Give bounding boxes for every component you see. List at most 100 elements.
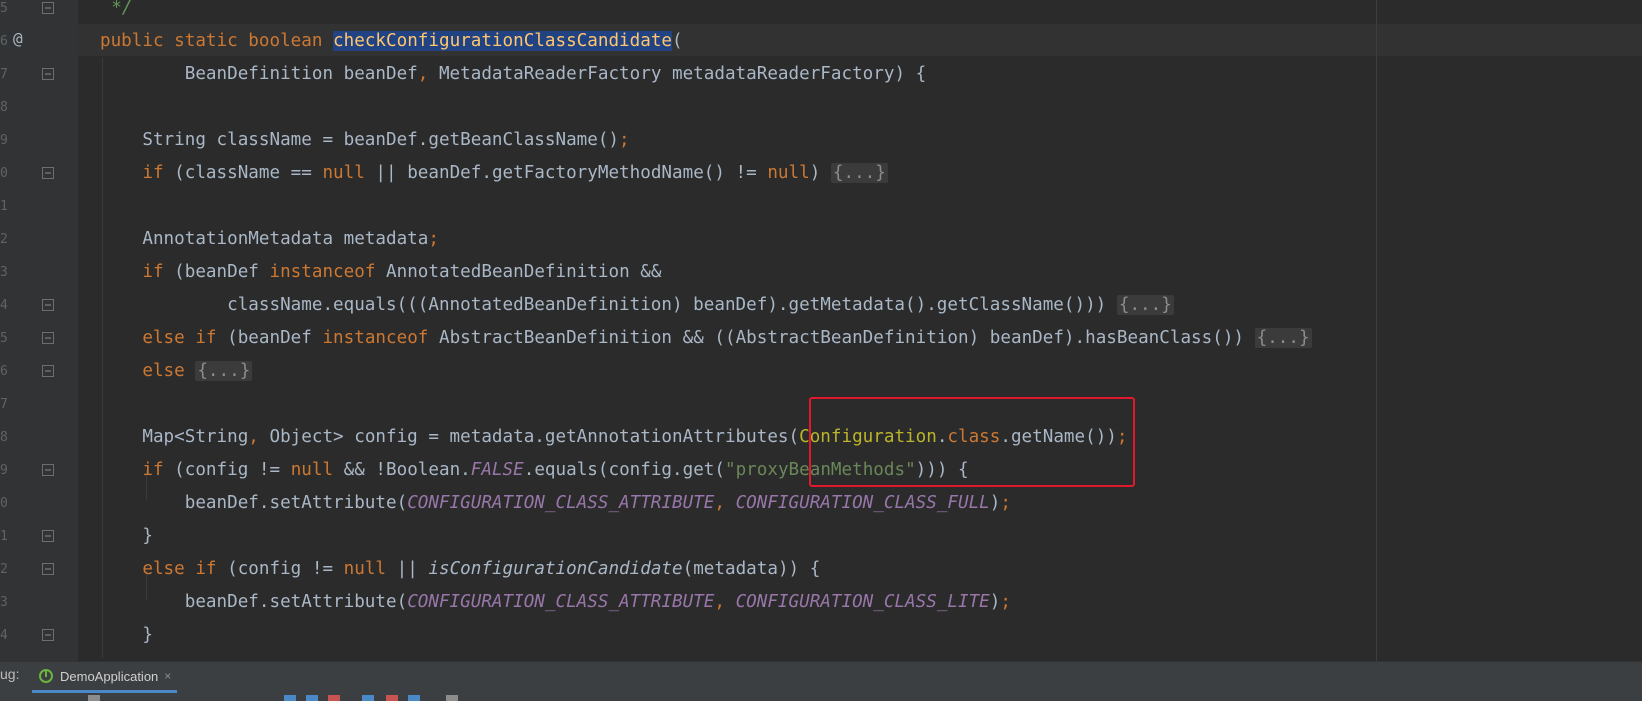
code-token: String className = beanDef.getBeanClassN… [100,130,620,150]
code-line[interactable]: if (className == null || beanDef.getFact… [100,157,888,190]
console-icon[interactable] [88,695,100,701]
fold-toggle-icon[interactable] [42,530,54,542]
code-line[interactable]: String className = beanDef.getBeanClassN… [100,124,630,157]
code-line[interactable]: BeanDefinition beanDef, MetadataReaderFa… [100,58,926,91]
fold-toggle-icon[interactable] [42,365,54,377]
fold-toggle-icon[interactable] [42,332,54,344]
step-out-icon[interactable] [362,695,374,701]
code-token: && !Boolean. [343,460,471,480]
code-token: (config != [174,460,291,480]
code-token: .equals(config.get( [523,460,725,480]
code-token: CONFIGURATION_CLASS_ATTRIBUTE [407,592,715,612]
line-number: 4 [0,298,8,313]
editor-gutter[interactable]: @ 5 6 7 8 9 0 1 2 3 4 5 6 7 8 9 0 1 2 3 4 [0,0,78,661]
code-token: Map<String [100,427,249,447]
code-token: AnnotationMetadata metadata [100,229,429,249]
code-token: ; [1000,493,1011,513]
folded-code-placeholder[interactable]: {...} [1116,295,1174,315]
code-token: MetadataReaderFactory metadataReaderFact… [438,64,927,84]
code-token: null [767,163,810,183]
line-number: 5 [0,1,8,16]
annotation-highlight-box [809,397,1135,487]
code-line[interactable]: AnnotationMetadata metadata; [100,223,439,256]
fold-toggle-icon[interactable] [42,167,54,179]
right-margin-guide [1376,0,1377,661]
code-token: ; [1000,592,1011,612]
code-token: , [248,427,270,447]
drop-frame-icon[interactable] [386,695,398,701]
code-line[interactable]: beanDef.setAttribute(CONFIGURATION_CLASS… [100,487,1011,520]
line-number: 6 [0,34,8,49]
line-number: 9 [0,133,8,148]
code-line[interactable]: else {...} [100,355,253,388]
code-token: } [100,625,153,645]
code-line[interactable]: if (beanDef instanceof AnnotatedBeanDefi… [100,256,661,289]
code-line[interactable]: } [100,619,153,652]
code-token: (metadata)) { [682,559,821,579]
folded-code-placeholder[interactable]: {...} [830,163,888,183]
code-token: Object> config = metadata.getAnnotationA… [269,427,800,447]
line-number: 1 [0,529,8,544]
close-icon[interactable]: × [164,669,171,683]
code-token: instanceof [322,328,439,348]
code-token: || beanDef.getFactoryMethodName() != [375,163,768,183]
code-token: else [100,361,196,381]
code-token: ; [619,130,630,150]
code-line[interactable]: public static boolean checkConfiguration… [100,25,683,58]
folded-code-placeholder[interactable]: {...} [1254,328,1312,348]
force-step-icon[interactable] [328,695,340,701]
code-token: CONFIGURATION_CLASS_FULL [735,493,990,513]
step-into-icon[interactable] [306,695,318,701]
code-token: CONFIGURATION_CLASS_ATTRIBUTE [407,493,715,513]
code-token: AnnotatedBeanDefinition && [386,262,662,282]
code-line[interactable]: */ [111,0,132,25]
code-token: beanDef.setAttribute( [100,493,408,513]
code-token: || [396,559,429,579]
line-number: 3 [0,265,8,280]
code-token: if [100,460,175,480]
folded-code-placeholder[interactable]: {...} [195,361,253,381]
code-token: null [322,163,376,183]
line-number: 8 [0,430,8,445]
debug-tab-demoapplication[interactable]: DemoApplication × [32,662,178,693]
run-to-cursor-icon[interactable] [408,695,420,701]
code-line[interactable]: className.equals(((AnnotatedBeanDefiniti… [100,289,1174,322]
code-token: , [417,64,439,84]
code-token: , [714,592,736,612]
code-token: (config != [227,559,344,579]
fold-toggle-icon[interactable] [42,68,54,80]
step-over-icon[interactable] [284,695,296,701]
line-number: 7 [0,67,8,82]
code-token: ) [809,163,831,183]
code-token: beanDef.setAttribute( [100,592,408,612]
code-line[interactable]: else if (beanDef instanceof AbstractBean… [100,322,1312,355]
code-token: ) [989,592,1001,612]
fold-toggle-icon[interactable] [42,629,54,641]
fold-toggle-icon[interactable] [42,563,54,575]
code-token: ; [428,229,439,249]
code-token: , [714,493,736,513]
line-number: 3 [0,595,8,610]
evaluate-icon[interactable] [446,695,458,701]
line-number: 0 [0,166,8,181]
code-token: else if [100,328,228,348]
code-line[interactable]: } [100,520,153,553]
line-number: 4 [0,628,8,643]
code-token: } [100,526,153,546]
override-icon[interactable]: @ [13,28,23,50]
spring-boot-icon [39,669,53,683]
code-token: BeanDefinition beanDef [100,64,418,84]
code-line[interactable]: beanDef.setAttribute(CONFIGURATION_CLASS… [100,586,1011,619]
code-line[interactable]: else if (config != null || isConfigurati… [100,553,820,586]
fold-toggle-icon[interactable] [42,299,54,311]
code-editor[interactable]: @ 5 6 7 8 9 0 1 2 3 4 5 6 7 8 9 0 1 2 3 4 */ public static b… [0,0,1642,661]
code-token: null [343,559,397,579]
line-number: 9 [0,463,8,478]
fold-toggle-icon[interactable] [42,464,54,476]
debug-tab-label: DemoApplication [60,668,159,684]
line-number: 2 [0,232,8,247]
code-token: null [290,460,344,480]
fold-toggle-icon[interactable] [42,2,54,14]
code-token: public static boolean [100,31,334,51]
code-token: checkConfigurationClassCandidate [333,31,673,51]
